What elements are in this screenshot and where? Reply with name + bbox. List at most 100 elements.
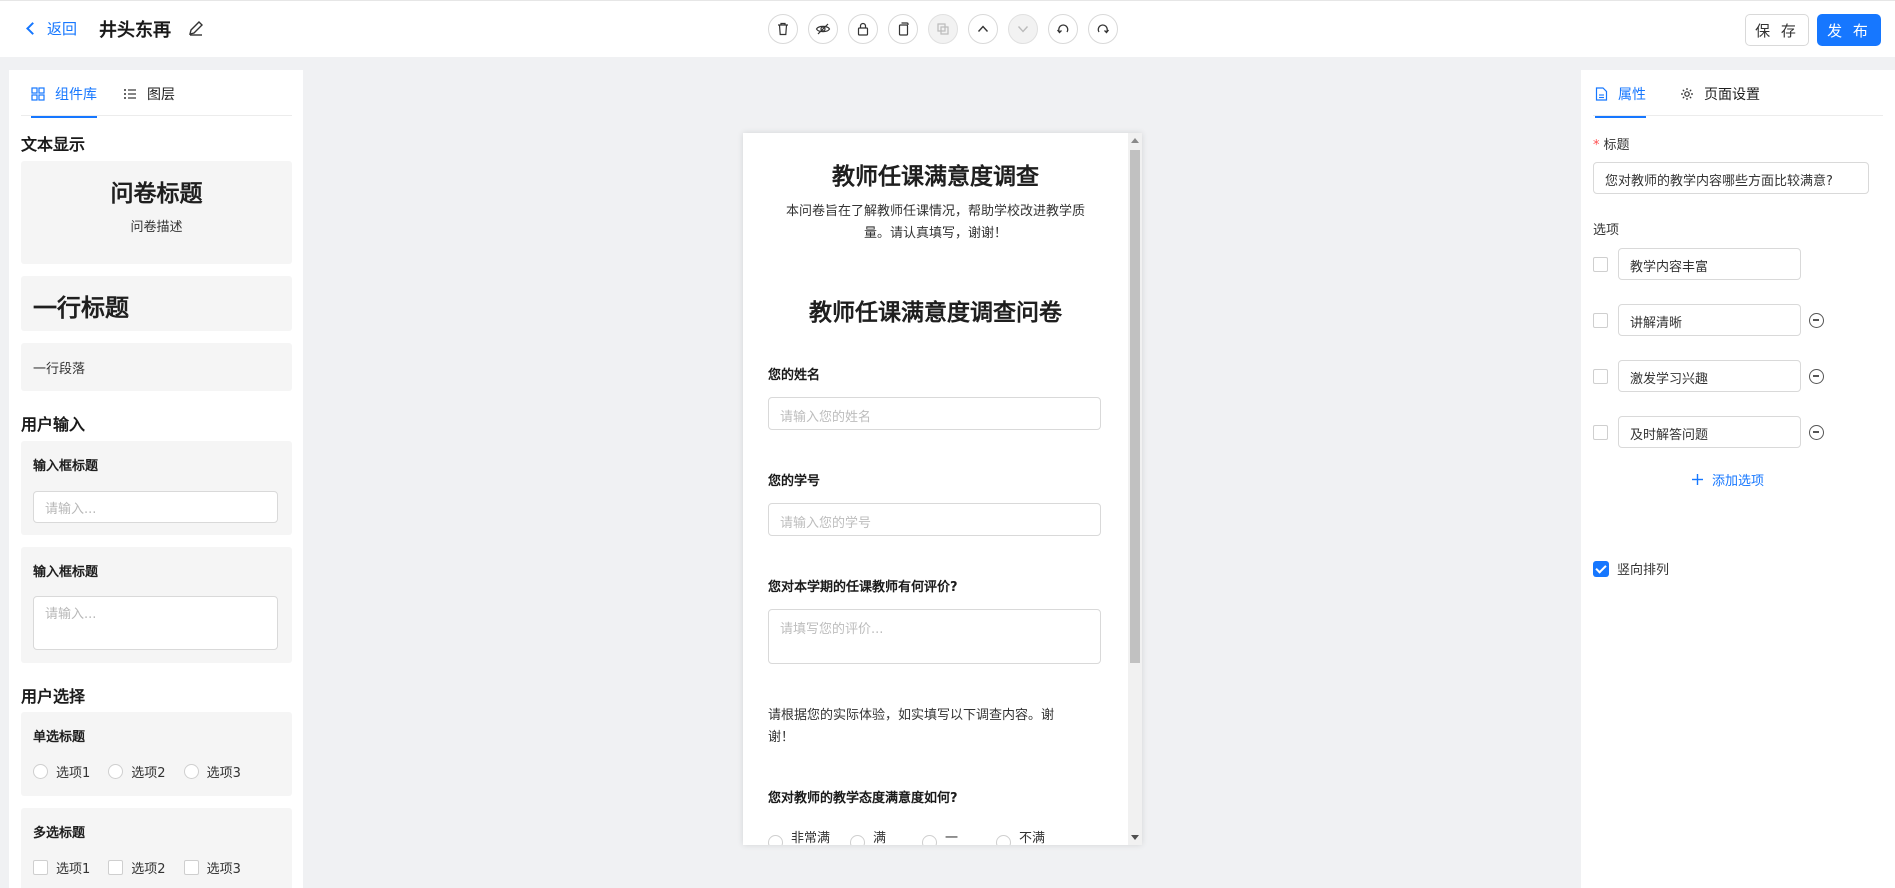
vertical-checkbox[interactable] xyxy=(1593,560,1609,577)
radio-circle xyxy=(183,764,199,779)
required-asterisk: * xyxy=(1593,138,1600,153)
chevron-down-icon xyxy=(1017,26,1029,33)
right-tabs: 属性 页面设置 xyxy=(1593,70,1883,118)
option-input[interactable]: 激发学习兴趣 xyxy=(1618,360,1801,392)
option-label: 选项1 xyxy=(56,766,91,781)
add-option-label: 添加选项 xyxy=(1712,474,1765,489)
title-input[interactable]: 您对教师的教学内容哪些方面比较满意? xyxy=(1593,162,1869,194)
file-icon xyxy=(1595,87,1608,101)
option-checkbox[interactable] xyxy=(1593,424,1608,440)
survey-heading[interactable]: 教师任课满意度调查问卷 xyxy=(743,293,1128,327)
lock-button[interactable] xyxy=(848,14,878,44)
tab-layers[interactable]: 图层 xyxy=(123,84,175,104)
tab-label: 页面设置 xyxy=(1704,87,1760,103)
grid-icon xyxy=(31,87,45,101)
radio-circle xyxy=(850,835,866,845)
line-paragraph-component[interactable]: 一行段落 xyxy=(21,343,292,391)
student-id-input[interactable]: 请输入您的学号 xyxy=(768,503,1101,536)
name-input[interactable]: 请输入您的姓名 xyxy=(768,397,1101,430)
copy-button[interactable] xyxy=(888,14,918,44)
save-button[interactable]: 保 存 xyxy=(1745,14,1809,46)
undo-icon xyxy=(1056,24,1069,34)
radio-option: 选项2 xyxy=(108,762,166,781)
survey-title-component[interactable]: 问卷标题 问卷描述 xyxy=(21,161,292,264)
remove-option-icon[interactable] xyxy=(1809,312,1824,328)
checkbox-option: 选项2 xyxy=(108,858,166,877)
gear-icon xyxy=(1681,88,1693,100)
canvas-scrollbar[interactable] xyxy=(1128,133,1142,845)
add-option-button[interactable]: 添加选项 xyxy=(1691,470,1764,489)
component-title: 一行标题 xyxy=(33,294,129,322)
radio-circle xyxy=(996,835,1012,845)
component-title: 输入框标题 xyxy=(33,565,99,580)
option-checkbox[interactable] xyxy=(1593,312,1608,328)
radio-circle xyxy=(33,764,48,779)
option-label: 一 xyxy=(945,831,959,845)
move-up-button[interactable] xyxy=(968,14,998,44)
option-input[interactable]: 及时解答问题 xyxy=(1618,416,1801,448)
option-row: 讲解清晰 xyxy=(1593,304,1824,336)
top-bar: 返回 井头东再 保 存 发 布 xyxy=(0,0,1895,57)
component-title: 多选标题 xyxy=(33,826,86,841)
delete-icon xyxy=(778,22,788,36)
undo-button[interactable] xyxy=(1048,14,1078,44)
move-down-button[interactable] xyxy=(1008,14,1038,44)
tab-page-settings[interactable]: 页面设置 xyxy=(1680,84,1760,104)
scrollbar-thumb[interactable] xyxy=(1130,150,1140,663)
checkbox-square xyxy=(108,860,124,875)
component-title: 问卷标题 xyxy=(110,181,203,207)
redo-icon xyxy=(1097,24,1110,34)
radio-option[interactable]: 满 xyxy=(850,823,886,845)
redo-button[interactable] xyxy=(1088,14,1118,44)
back-button[interactable]: 返回 xyxy=(24,18,77,39)
option-checkbox[interactable] xyxy=(1593,256,1608,272)
option-input[interactable]: 讲解清晰 xyxy=(1618,304,1801,336)
section-user-select: 用户选择 xyxy=(21,687,86,706)
lock-icon xyxy=(857,22,869,36)
survey-title[interactable]: 教师任课满意度调查 xyxy=(743,157,1128,191)
checkbox-option: 选项3 xyxy=(183,858,241,877)
component-title: 单选标题 xyxy=(33,730,86,745)
survey-canvas[interactable]: 教师任课满意度调查 本问卷旨在了解教师任课情况，帮助学校改进教学质 量。请认真填… xyxy=(743,133,1142,845)
vertical-layout-toggle[interactable]: 竖向排列 xyxy=(1593,559,1669,578)
hide-button[interactable] xyxy=(808,14,838,44)
radio-circle xyxy=(922,835,938,845)
radio-option[interactable]: 不满 xyxy=(996,823,1045,845)
textarea-component[interactable]: 输入框标题 请输入... xyxy=(21,547,292,663)
publish-button[interactable]: 发 布 xyxy=(1817,14,1881,46)
radio-option[interactable]: 一 xyxy=(922,823,958,845)
remove-option-icon[interactable] xyxy=(1809,424,1824,440)
radio-option: 选项3 xyxy=(183,762,241,781)
radio-options: 选项1 选项2 选项3 xyxy=(33,762,241,781)
input-component[interactable]: 输入框标题 请输入... xyxy=(21,441,292,535)
line-title-component[interactable]: 一行标题 xyxy=(21,276,292,331)
survey-desc-line2: 量。请认真填写，谢谢！ xyxy=(863,226,1007,241)
scroll-up-arrow-icon[interactable] xyxy=(1131,138,1139,143)
component-text: 一行段落 xyxy=(33,362,86,377)
label-text: 标题 xyxy=(1603,138,1630,153)
tab-label: 组件库 xyxy=(55,87,97,103)
option-input[interactable]: 教学内容丰富 xyxy=(1618,248,1801,280)
radio-component[interactable]: 单选标题 选项1 选项2 选项3 xyxy=(21,712,292,796)
remove-option-icon[interactable] xyxy=(1809,368,1824,384)
tab-properties[interactable]: 属性 xyxy=(1595,84,1646,118)
delete-button[interactable] xyxy=(768,14,798,44)
radio-option[interactable]: 非常满 xyxy=(768,823,830,845)
option-row: 及时解答问题 xyxy=(1593,416,1824,448)
canvas-content: 教师任课满意度调查 本问卷旨在了解教师任课情况，帮助学校改进教学质 量。请认真填… xyxy=(743,133,1128,845)
duplicate-button[interactable] xyxy=(928,14,958,44)
option-row: 激发学习兴趣 xyxy=(1593,360,1824,392)
chevron-left-icon xyxy=(26,22,39,35)
scroll-down-arrow-icon[interactable] xyxy=(1131,835,1139,840)
option-label: 满 xyxy=(873,831,887,845)
option-label: 选项2 xyxy=(131,766,166,781)
edit-icon[interactable] xyxy=(187,19,205,37)
option-row: 教学内容丰富 xyxy=(1593,248,1801,280)
option-checkbox[interactable] xyxy=(1593,368,1608,384)
tab-component-library[interactable]: 组件库 xyxy=(31,84,97,118)
evaluation-textarea[interactable]: 请填写您的评价... xyxy=(768,609,1101,664)
question-eval-label: 您对本学期的任课教师有何评价? xyxy=(768,580,958,595)
checkbox-component[interactable]: 多选标题 选项1 选项2 选项3 xyxy=(21,808,292,888)
chevron-up-icon xyxy=(977,25,989,32)
left-tabs: 组件库 图层 xyxy=(21,70,292,118)
